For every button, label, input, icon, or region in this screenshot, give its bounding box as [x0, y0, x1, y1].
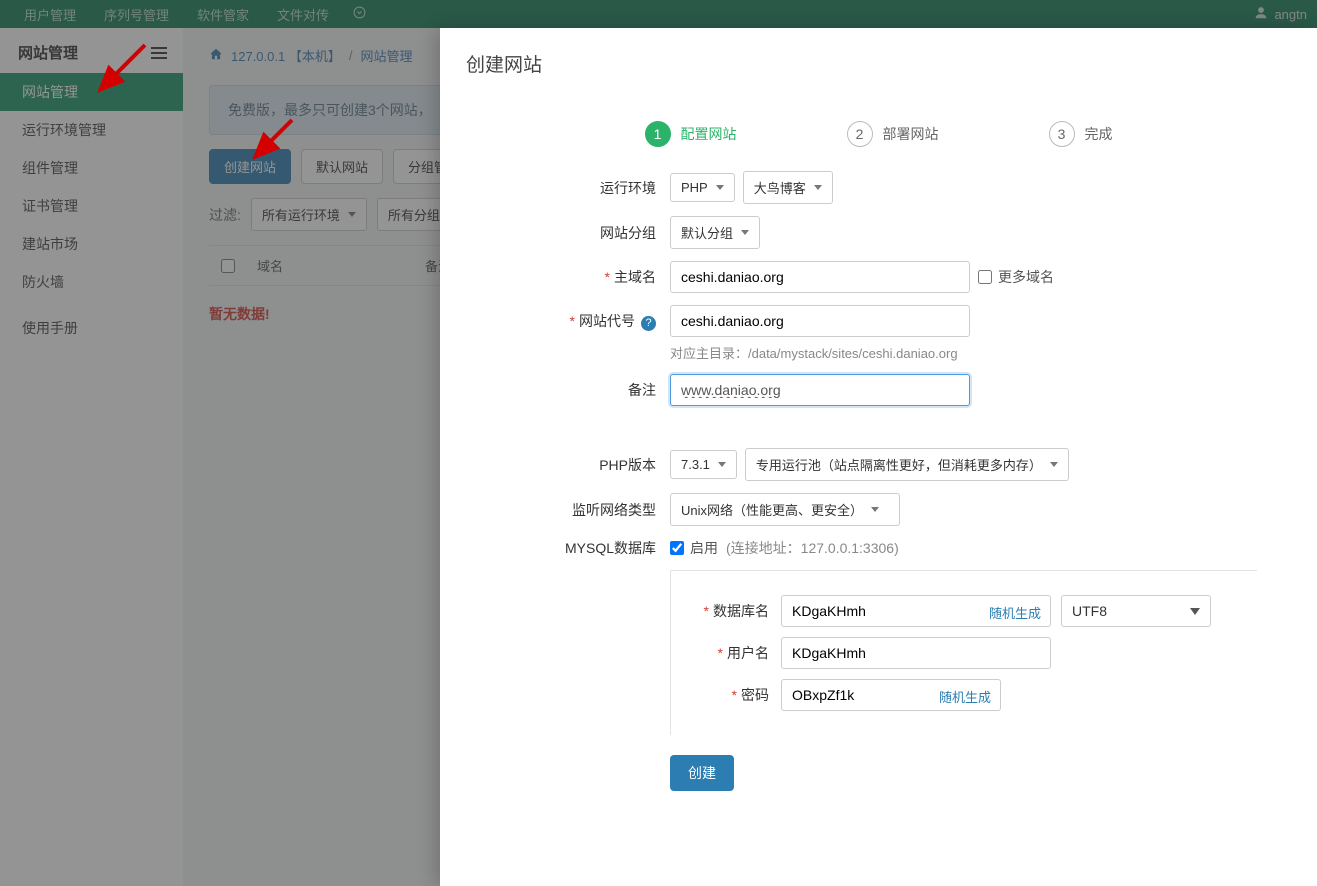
phppool-select[interactable]: 专用运行池（站点隔离性更好，但消耗更多内存） — [745, 448, 1069, 481]
label-dbname: *数据库名 — [687, 601, 781, 621]
nettype-select[interactable]: Unix网络（性能更高、更安全） — [670, 493, 900, 526]
code-input[interactable] — [670, 305, 970, 337]
dbpass-gen-link[interactable]: 随机生成 — [939, 687, 991, 706]
domain-input[interactable] — [670, 261, 970, 293]
chevron-down-icon — [1050, 462, 1058, 467]
label-env: 运行环境 — [500, 178, 670, 198]
label-phpver: PHP版本 — [500, 455, 670, 475]
create-site-modal: 创建网站 1配置网站 2部署网站 3完成 运行环境 PHP 大鸟博客 网站分组 … — [440, 28, 1317, 886]
label-code: *网站代号? — [500, 311, 670, 331]
phpver-select[interactable]: 7.3.1 — [670, 450, 737, 479]
label-mysql: MYSQL数据库 — [500, 538, 670, 558]
step-done[interactable]: 3完成 — [1049, 121, 1113, 147]
label-note: 备注 — [500, 380, 670, 400]
steps: 1配置网站 2部署网站 3完成 — [440, 121, 1317, 147]
create-button[interactable]: 创建 — [670, 755, 734, 791]
encoding-select[interactable]: UTF8 — [1061, 595, 1211, 627]
chevron-down-icon — [716, 185, 724, 190]
dir-hint: 对应主目录：/data/mystack/sites/ceshi.daniao.o… — [670, 343, 1257, 362]
mysql-conn-hint: (连接地址：127.0.0.1:3306) — [726, 538, 899, 558]
env-php-select[interactable]: PHP — [670, 173, 735, 202]
chevron-down-icon — [718, 462, 726, 467]
group-select[interactable]: 默认分组 — [670, 216, 760, 249]
triangle-down-icon — [1190, 608, 1200, 615]
chevron-down-icon — [814, 185, 822, 190]
dbname-gen-link[interactable]: 随机生成 — [989, 603, 1041, 622]
chevron-down-icon — [871, 507, 879, 512]
label-nettype: 监听网络类型 — [500, 500, 670, 520]
label-dbuser: *用户名 — [687, 643, 781, 663]
label-domain: *主域名 — [500, 267, 670, 287]
dbuser-input[interactable] — [781, 637, 1051, 669]
step-deploy[interactable]: 2部署网站 — [847, 121, 939, 147]
step-configure[interactable]: 1配置网站 — [645, 121, 737, 147]
label-dbpass: *密码 — [687, 685, 781, 705]
db-subform: *数据库名 随机生成 UTF8 *用户名 *密码 随机生成 — [670, 570, 1257, 735]
label-group: 网站分组 — [500, 223, 670, 243]
modal-title: 创建网站 — [440, 28, 1317, 95]
help-icon[interactable]: ? — [641, 316, 656, 331]
mysql-enable-checkbox[interactable]: 启用 — [670, 538, 718, 558]
env-blog-select[interactable]: 大鸟博客 — [743, 171, 833, 204]
note-input[interactable] — [670, 374, 970, 406]
chevron-down-icon — [741, 230, 749, 235]
more-domains-checkbox[interactable]: 更多域名 — [978, 267, 1054, 287]
